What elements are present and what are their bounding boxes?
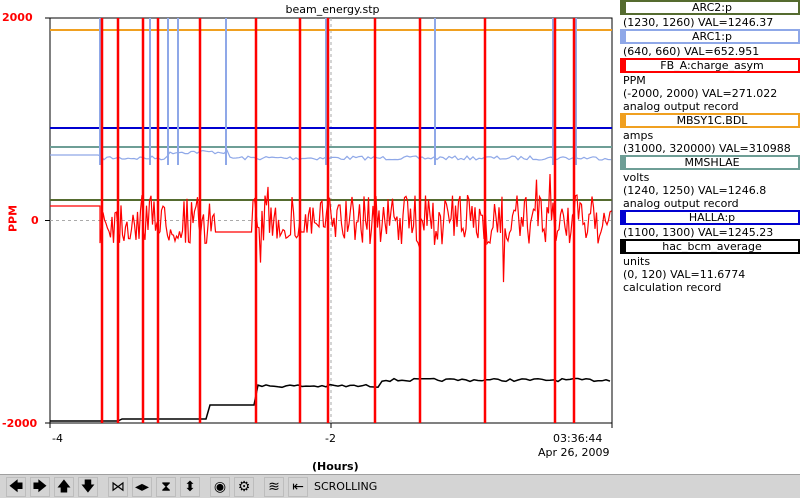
legend-detail: amps	[623, 129, 654, 142]
legend-series-name[interactable]: hac_bcm_average	[620, 239, 800, 254]
legend-series-name[interactable]: ARC2:p	[620, 0, 800, 15]
legend-detail: analog output record	[623, 197, 739, 210]
legend-detail: (-2000, 2000) VAL=271.022	[623, 87, 778, 100]
pan-up-icon[interactable]: 🡅	[54, 476, 74, 497]
scroll-status: SCROLLING	[314, 480, 378, 493]
legend-item[interactable]: ARC1:p (640, 660) VAL=652.951	[620, 29, 800, 58]
legend-detail: analog output record	[623, 100, 739, 113]
legend-item[interactable]: FB_A:charge_asym PPM (-2000, 2000) VAL=271…	[620, 58, 800, 113]
pan-right-icon[interactable]: 🡆	[30, 476, 50, 497]
scroll-mode-icon[interactable]: ⇤	[288, 476, 308, 497]
x-tick-label-start: -4	[52, 432, 63, 445]
legend-detail: (1230, 1260) VAL=1246.37	[623, 16, 774, 29]
legend-detail: (640, 660) VAL=652.951	[623, 45, 760, 58]
legend-series-name[interactable]: FB_A:charge_asym	[620, 58, 800, 73]
legend-detail: (1240, 1250) VAL=1246.8	[623, 184, 767, 197]
x-axis-label: (Hours)	[312, 460, 359, 473]
zoom-out-y-icon[interactable]: ⬍	[180, 476, 200, 497]
y-tick-label-mid: 0	[31, 214, 39, 227]
legend-detail: volts	[623, 171, 650, 184]
autoscale-icon[interactable]: ◉	[210, 476, 230, 497]
legend-item[interactable]: HALLA:p (1100, 1300) VAL=1245.23	[620, 210, 800, 239]
x-tick-label-mid: -2	[325, 432, 336, 445]
legend-series-name[interactable]: ARC1:p	[620, 29, 800, 44]
pan-down-icon[interactable]: 🡇	[78, 476, 98, 497]
chart-canvas[interactable]	[0, 0, 620, 472]
legend-item[interactable]: ARC2:p (1230, 1260) VAL=1246.37	[620, 0, 800, 29]
legend-series-name[interactable]: HALLA:p	[620, 210, 800, 225]
legend-detail: units	[623, 255, 651, 268]
strip-chart-plot[interactable]: 2000 0 -2000 PPM -4 -2 03:36:44 Apr 26, …	[0, 0, 620, 473]
x-tick-label-end: 03:36:44	[553, 432, 603, 445]
stagger-icon[interactable]: ≋	[264, 476, 284, 497]
legend-series-name[interactable]: MMSHLAE	[620, 155, 800, 170]
legend-detail: (0, 120) VAL=11.6774	[623, 268, 746, 281]
y-tick-label-bottom: -2000	[2, 417, 38, 430]
toolbar-buttons: 🡄 🡆 🡅 🡇 ⋈ ◂▸ ⧗ ⬍ ◉ ⚙ ≋ ⇤	[6, 476, 312, 497]
zoom-in-x-icon[interactable]: ⋈	[108, 476, 128, 497]
x-axis-date: Apr 26, 2009	[538, 446, 610, 459]
legend-item[interactable]: MMSHLAE volts (1240, 1250) VAL=1246.8 analo…	[620, 155, 800, 210]
toolbar: 🡄 🡆 🡅 🡇 ⋈ ◂▸ ⧗ ⬍ ◉ ⚙ ≋ ⇤ SCROLLING	[0, 474, 800, 498]
zoom-in-y-icon[interactable]: ⧗	[156, 476, 176, 497]
y-axis-label: PPM	[6, 204, 20, 233]
legend-detail: (31000, 320000) VAL=310988	[623, 142, 791, 155]
zoom-out-x-icon[interactable]: ◂▸	[132, 476, 152, 497]
legend-item[interactable]: MBSY1C.BDL amps (31000, 320000) VAL=310988	[620, 113, 800, 155]
legend-item[interactable]: hac_bcm_average units (0, 120) VAL=11.6774…	[620, 239, 800, 294]
y-tick-label-top: 2000	[2, 11, 33, 24]
config-icon[interactable]: ⚙	[234, 476, 254, 497]
legend-detail: PPM	[623, 74, 646, 87]
legend-series-name[interactable]: MBSY1C.BDL	[620, 113, 800, 128]
legend-panel: ARC2:p (1230, 1260) VAL=1246.37 ARC1:p (640…	[620, 0, 800, 294]
pan-left-icon[interactable]: 🡄	[6, 476, 26, 497]
legend-detail: calculation record	[623, 281, 722, 294]
legend-detail: (1100, 1300) VAL=1245.23	[623, 226, 774, 239]
